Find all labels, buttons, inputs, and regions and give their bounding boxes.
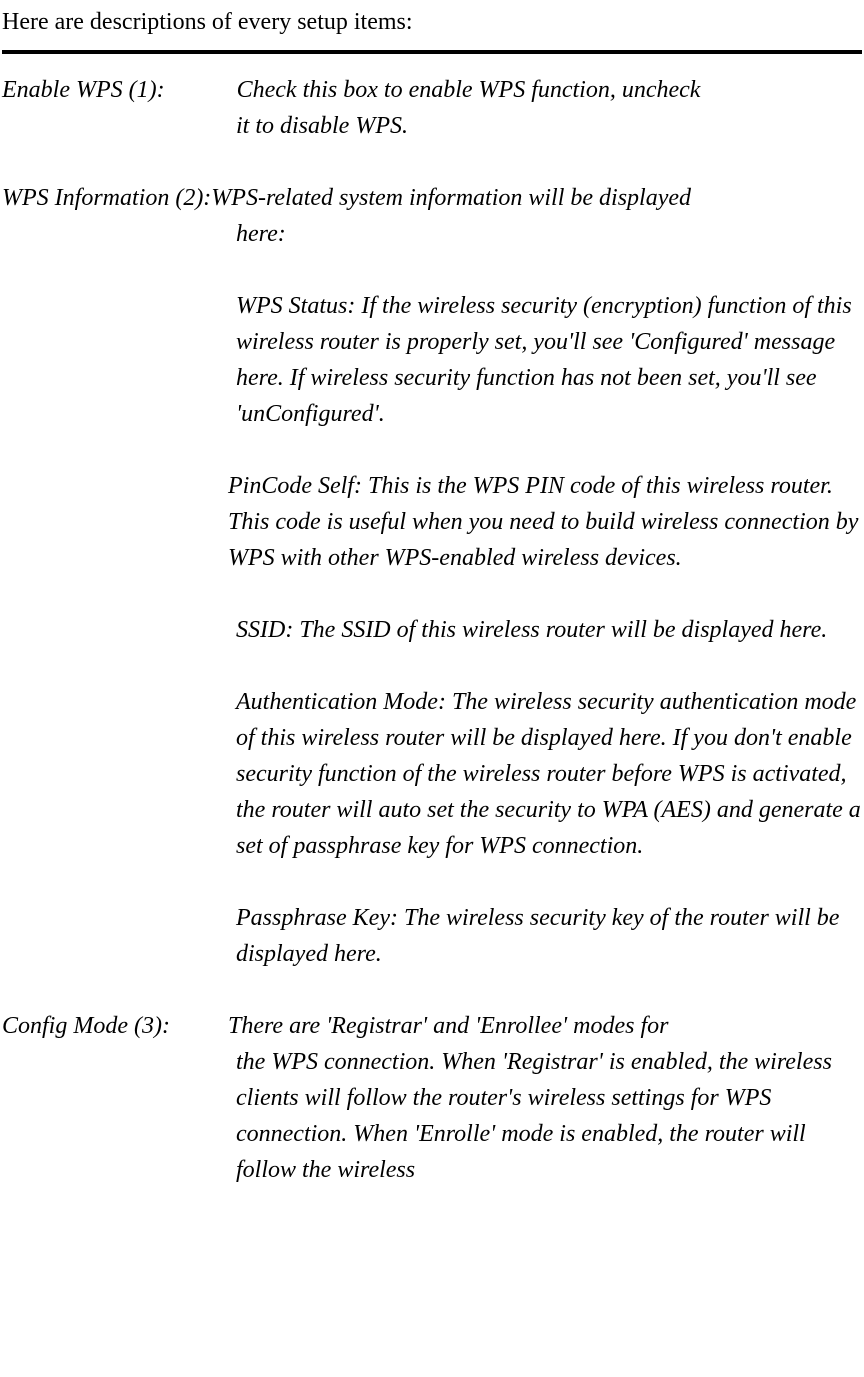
sub-block-wps-status: WPS Status: If the wireless security (en… (236, 288, 862, 432)
item-desc-line1: WPS-related system information will be d… (211, 185, 691, 211)
intro-text: Here are descriptions of every setup ite… (2, 4, 862, 40)
horizontal-divider (2, 50, 862, 54)
item-desc-cont: the WPS connection. When 'Registrar' is … (236, 1044, 862, 1188)
sub-block-pincode: PinCode Self: This is the WPS PIN code o… (228, 468, 862, 576)
item-label: Config Mode (3): (2, 1013, 170, 1039)
sub-block-passphrase: Passphrase Key: The wireless security ke… (236, 900, 862, 972)
item-wps-information: WPS Information (2):WPS-related system i… (2, 180, 862, 972)
item-label: WPS Information (2): (2, 185, 211, 211)
item-enable-wps: Enable WPS (1): Check this box to enable … (2, 72, 862, 144)
item-desc-cont: here: (236, 216, 862, 252)
setup-items: Enable WPS (1): Check this box to enable … (2, 72, 862, 1188)
item-config-mode: Config Mode (3): There are 'Registrar' an… (2, 1008, 862, 1188)
item-desc-line1: There are 'Registrar' and 'Enrollee' mod… (228, 1013, 668, 1039)
sub-block-ssid: SSID: The SSID of this wireless router w… (236, 612, 862, 648)
item-desc-line1: Check this box to enable WPS function, u… (237, 77, 701, 103)
item-desc-cont: it to disable WPS. (236, 108, 862, 144)
item-label: Enable WPS (1): (2, 77, 165, 103)
sub-block-auth-mode: Authentication Mode: The wireless securi… (236, 684, 862, 864)
